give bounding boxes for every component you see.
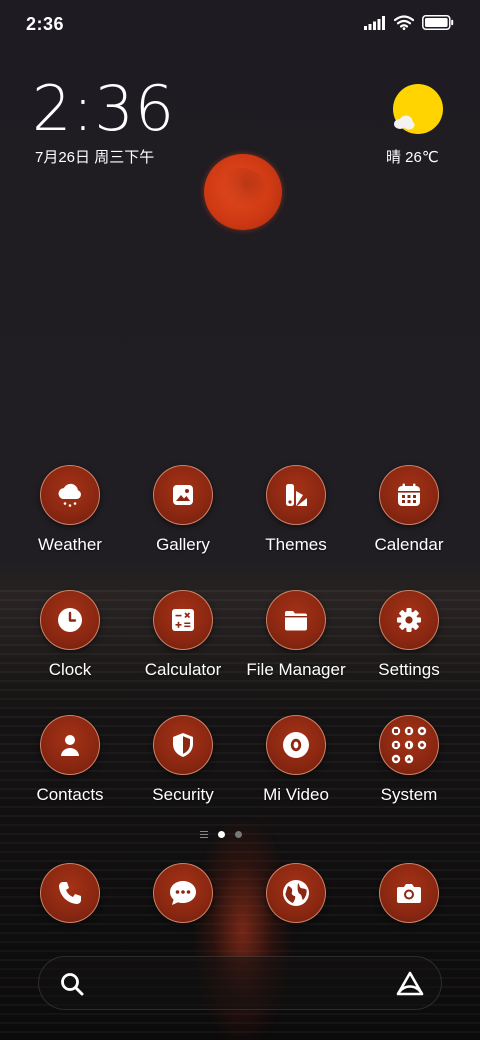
page-indicator[interactable] — [200, 831, 242, 838]
app-contacts[interactable]: Contacts — [15, 715, 125, 805]
dock-phone[interactable] — [40, 863, 100, 923]
app-mi-video[interactable]: Mi Video — [241, 715, 351, 805]
message-icon — [170, 881, 196, 905]
folder-grid-icon — [379, 715, 439, 775]
clock-widget-time[interactable]: 2:36 — [32, 76, 175, 142]
clock-icon — [40, 590, 100, 650]
browser-icon — [283, 880, 309, 906]
status-time: 2:36 — [26, 14, 65, 34]
app-label: Security — [152, 785, 214, 804]
app-system-folder[interactable]: System — [354, 715, 464, 805]
app-security[interactable]: Security — [128, 715, 238, 805]
app-label: Calculator — [144, 660, 222, 679]
app-label: Contacts — [36, 785, 104, 804]
app-settings[interactable]: Settings — [354, 590, 464, 680]
weather-icon — [40, 465, 100, 525]
gear-icon — [379, 590, 439, 650]
app-themes[interactable]: Themes — [241, 465, 351, 555]
app-label: System — [380, 785, 438, 804]
app-label: Settings — [378, 660, 440, 679]
status-bar: 2:36 — [0, 0, 480, 50]
app-label: File Manager — [246, 660, 346, 679]
clock-widget-date[interactable]: 7月26日 周三下午 — [35, 146, 154, 167]
search-icon[interactable] — [59, 971, 85, 1002]
video-icon — [266, 715, 326, 775]
app-label: Weather — [38, 535, 102, 554]
sun-cloud-icon[interactable] — [391, 84, 445, 134]
app-file-manager[interactable]: File Manager — [241, 590, 351, 680]
app-calculator[interactable]: Calculator — [128, 590, 238, 680]
calendar-icon — [379, 465, 439, 525]
themes-icon — [266, 465, 326, 525]
dock-browser[interactable] — [266, 863, 326, 923]
assistant-icon[interactable] — [395, 970, 425, 1003]
phone-icon — [59, 882, 81, 904]
dock-camera[interactable] — [379, 863, 439, 923]
app-label: Clock — [48, 660, 92, 679]
search-bar[interactable] — [38, 956, 442, 1010]
folder-icon — [266, 590, 326, 650]
camera-icon — [397, 884, 421, 903]
status-icons — [364, 15, 454, 30]
wifi-icon — [394, 15, 414, 30]
app-weather[interactable]: Weather — [15, 465, 125, 555]
shield-icon — [153, 715, 213, 775]
page-indicator-list-icon — [200, 831, 208, 838]
app-label: Mi Video — [263, 785, 329, 804]
weather-widget-text[interactable]: 晴 26℃ — [386, 146, 439, 167]
page-dot — [235, 831, 242, 838]
gallery-icon — [153, 465, 213, 525]
app-label: Calendar — [374, 535, 444, 554]
dock-messages[interactable] — [153, 863, 213, 923]
app-label: Themes — [265, 535, 327, 554]
calculator-icon — [153, 590, 213, 650]
app-clock[interactable]: Clock — [15, 590, 125, 680]
moon — [204, 154, 282, 230]
app-calendar[interactable]: Calendar — [354, 465, 464, 555]
app-gallery[interactable]: Gallery — [128, 465, 238, 555]
battery-icon — [422, 15, 454, 30]
page-dot-active — [218, 831, 225, 838]
signal-icon — [364, 15, 385, 30]
app-label: Gallery — [156, 535, 210, 554]
person-icon — [40, 715, 100, 775]
